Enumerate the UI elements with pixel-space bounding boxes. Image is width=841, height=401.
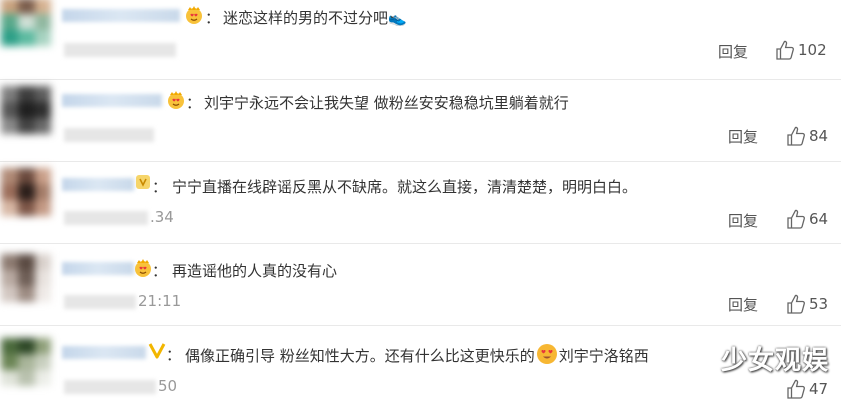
- comment-text: 再造谣他的人真的没有心: [172, 262, 338, 280]
- comment-item: ： 迷恋这样的男的不过分吧👟 回复 102: [0, 0, 841, 80]
- avatar[interactable]: [1, 254, 51, 302]
- username[interactable]: [62, 94, 162, 107]
- crown-heart-emoji-icon: [184, 5, 204, 25]
- username[interactable]: [62, 346, 146, 359]
- thumbs-up-icon: [787, 209, 805, 229]
- like-count: 102: [798, 41, 827, 59]
- thumbs-up-icon: [776, 40, 794, 60]
- colon: ：: [152, 262, 168, 280]
- reply-button[interactable]: 回复: [718, 41, 748, 62]
- heart-eyes-emoji-icon: [536, 344, 557, 364]
- thumbs-up-icon: [787, 294, 805, 314]
- reply-button[interactable]: 回复: [728, 210, 758, 231]
- like-count: 53: [809, 295, 829, 313]
- comment-text: 偶像正确引导 粉丝知性大方。还有什么比这更快乐的 刘宇宁洛铭西: [185, 344, 649, 366]
- comment-item: ： 刘宇宁永远不会让我失望 做粉丝安安稳稳坑里躺着就行 回复 84: [0, 80, 841, 162]
- avatar[interactable]: [1, 338, 51, 386]
- reply-button[interactable]: 回复: [728, 294, 758, 315]
- thumbs-up-icon: [787, 126, 805, 146]
- comment-text-part: 偶像正确引导 粉丝知性大方。还有什么比这更快乐的: [185, 347, 535, 365]
- like-count: 64: [809, 210, 829, 228]
- crown-heart-emoji-icon: [166, 90, 186, 110]
- colon: ：: [152, 178, 168, 196]
- colon: ：: [186, 94, 202, 112]
- timestamp-text: 21:11: [138, 292, 182, 310]
- username[interactable]: [62, 262, 134, 275]
- thumbs-up-icon: [787, 379, 805, 399]
- timestamp-text: 50: [158, 377, 178, 395]
- timestamp-text: .34: [150, 208, 174, 226]
- watermark: 少女观娱: [720, 346, 829, 376]
- reply-button[interactable]: 回复: [728, 126, 758, 147]
- timestamp: .34: [64, 208, 174, 226]
- username[interactable]: [62, 178, 134, 191]
- comment-text: 刘宇宁永远不会让我失望 做粉丝安安稳稳坑里躺着就行: [204, 94, 569, 112]
- timestamp: [64, 125, 156, 143]
- crown-heart-emoji-icon: [133, 258, 153, 278]
- comment-item: ： 偶像正确引导 粉丝知性大方。还有什么比这更快乐的 刘宇宁洛铭西 50 47: [0, 326, 841, 401]
- username[interactable]: [62, 9, 180, 22]
- like-count: 84: [809, 127, 829, 145]
- timestamp: 50: [64, 377, 177, 395]
- avatar[interactable]: [1, 0, 51, 46]
- comment-text-part: 刘宇宁洛铭西: [558, 347, 649, 365]
- comment-item: ： 再造谣他的人真的没有心 21:11 回复 53: [0, 244, 841, 326]
- comment-item: ： 宁宁直播在线辟谣反黑从不缺席。就这么直接，清清楚楚，明明白白。 .34 回复…: [0, 162, 841, 244]
- check-v-icon: [148, 341, 168, 361]
- colon: ：: [166, 346, 182, 364]
- comment-text: 宁宁直播在线辟谣反黑从不缺席。就这么直接，清清楚楚，明明白白。: [172, 178, 638, 196]
- colon: ：: [205, 9, 221, 27]
- comment-text: 迷恋这样的男的不过分吧👟: [223, 9, 407, 27]
- timestamp: [64, 40, 178, 58]
- avatar[interactable]: [1, 86, 51, 134]
- timestamp: 21:11: [64, 292, 181, 310]
- avatar[interactable]: [1, 168, 51, 216]
- like-count: 47: [809, 380, 829, 398]
